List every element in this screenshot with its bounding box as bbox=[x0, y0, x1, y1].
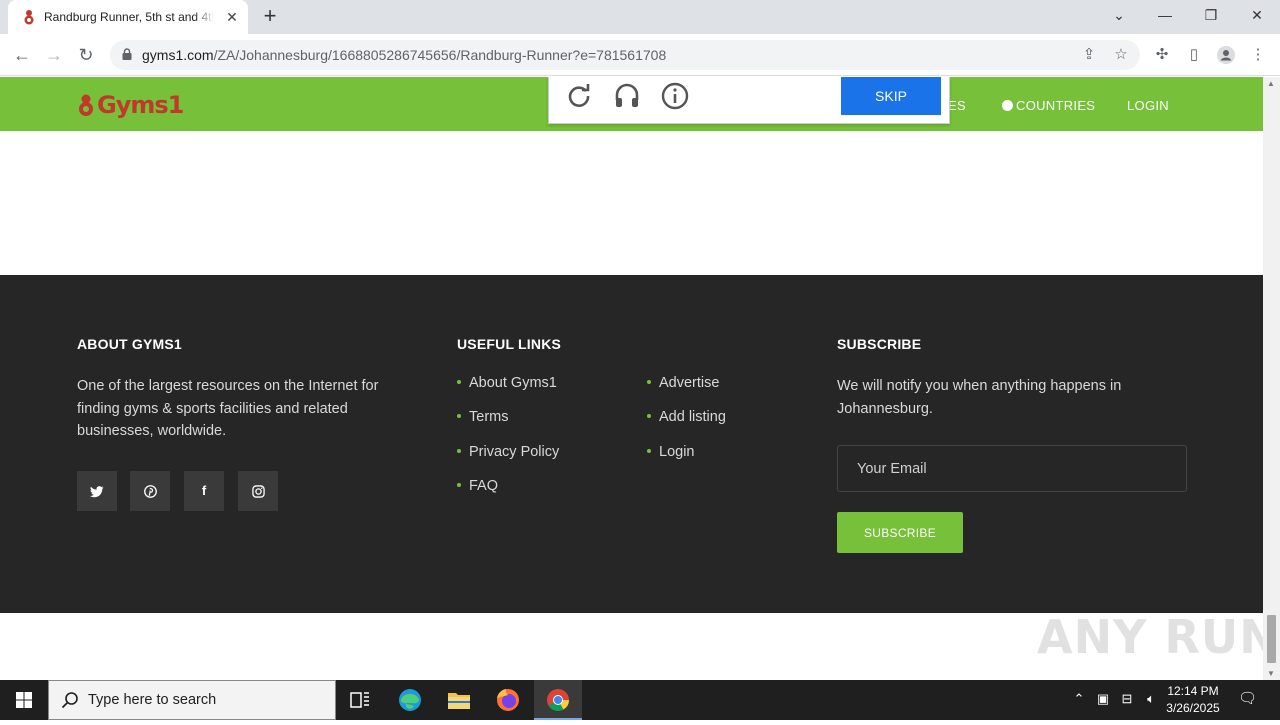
link-label: FAQ bbox=[469, 478, 499, 494]
share-icon[interactable]: ⇪ bbox=[1080, 46, 1098, 64]
link-about-gyms1[interactable]: About Gyms1 bbox=[457, 375, 557, 391]
instagram-icon[interactable] bbox=[238, 471, 278, 511]
browser-tab-strip: Randburg Runner, 5th st and 4th ✕ + ⌄ — … bbox=[0, 0, 1280, 34]
link-label: Login bbox=[659, 444, 695, 460]
taskbar-clock[interactable]: 12:14 PM 3/26/2025 bbox=[1158, 683, 1228, 717]
link-label: Privacy Policy bbox=[469, 444, 560, 460]
address-bar[interactable]: gyms1.com/ZA/Johannesburg/16688052867456… bbox=[110, 40, 1140, 70]
about-title: ABOUT GYMS1 bbox=[77, 336, 182, 352]
logo-mark-icon bbox=[79, 94, 93, 116]
link-terms[interactable]: Terms bbox=[457, 409, 508, 425]
close-window-button[interactable]: ✕ bbox=[1242, 3, 1272, 27]
page-scrollbar[interactable]: ▲ ▼ bbox=[1263, 77, 1280, 680]
tab-close-icon[interactable]: ✕ bbox=[224, 9, 240, 25]
minimize-button[interactable]: — bbox=[1150, 3, 1180, 27]
link-label: Add listing bbox=[659, 409, 726, 425]
new-tab-button[interactable]: + bbox=[258, 5, 282, 29]
about-text: One of the largest resources on the Inte… bbox=[77, 378, 379, 439]
edge-browser-icon[interactable] bbox=[386, 680, 434, 720]
back-arrow-icon[interactable]: ← bbox=[10, 43, 34, 67]
lock-icon bbox=[122, 48, 132, 60]
browser-toolbar: ← → ↻ gyms1.com/ZA/Johannesburg/16688052… bbox=[0, 34, 1280, 76]
taskbar-search-box[interactable]: Type here to search bbox=[48, 680, 336, 720]
nav-link-countries[interactable]: COUNTRIES bbox=[1002, 98, 1095, 113]
forward-arrow-icon[interactable]: → bbox=[42, 43, 66, 67]
windows-logo-icon bbox=[16, 692, 32, 708]
clock-time: 12:14 PM bbox=[1167, 684, 1219, 698]
extensions-puzzle-icon[interactable]: ✣ bbox=[1152, 45, 1172, 65]
restore-button[interactable]: ❐ bbox=[1196, 3, 1226, 27]
file-explorer-icon[interactable] bbox=[435, 680, 483, 720]
bullet bbox=[457, 449, 461, 453]
search-icon bbox=[61, 692, 78, 709]
site-footer: ABOUT GYMS1 One of the largest resources… bbox=[0, 275, 1263, 613]
bullet bbox=[647, 414, 651, 418]
browser-tab[interactable]: Randburg Runner, 5th st and 4th ✕ bbox=[8, 0, 248, 34]
link-add-listing[interactable]: Add listing bbox=[647, 409, 726, 425]
link-faq[interactable]: FAQ bbox=[457, 478, 498, 494]
facebook-icon[interactable]: f bbox=[184, 471, 224, 511]
bullet bbox=[457, 380, 461, 384]
scroll-thumb[interactable] bbox=[1267, 615, 1276, 663]
subscribe-title: SUBSCRIBE bbox=[837, 336, 922, 352]
globe-icon bbox=[1002, 100, 1013, 111]
captcha-skip-button[interactable]: SKIP bbox=[841, 77, 941, 115]
pinterest-icon[interactable] bbox=[130, 471, 170, 511]
tray-device-icon[interactable]: ▣ bbox=[1094, 691, 1112, 707]
tab-search-chevron-icon[interactable]: ⌄ bbox=[1104, 3, 1134, 27]
windows-taskbar: Type here to search ⌃ ▣ ⊟ 🔈︎ 12:14 PM 3/… bbox=[0, 680, 1280, 720]
url-text: gyms1.com/ZA/Johannesburg/16688052867456… bbox=[142, 47, 666, 63]
tab-title: Randburg Runner, 5th st and 4th bbox=[44, 10, 214, 24]
captcha-info-icon[interactable] bbox=[661, 82, 689, 110]
network-icon[interactable]: ⊟ bbox=[1118, 691, 1136, 707]
subscribe-text: We will notify you when anything happens… bbox=[837, 378, 1122, 417]
bullet bbox=[457, 483, 461, 487]
subscribe-button[interactable]: SUBSCRIBE bbox=[837, 512, 963, 553]
clock-date: 3/26/2025 bbox=[1166, 701, 1220, 715]
link-label: Advertise bbox=[659, 375, 720, 391]
email-field[interactable] bbox=[837, 445, 1187, 492]
nav-link-login[interactable]: LOGIN bbox=[1127, 98, 1169, 113]
link-label: About Gyms1 bbox=[469, 375, 557, 391]
task-view-icon[interactable] bbox=[336, 680, 384, 720]
page-viewport: Gyms1 ES COUNTRIES LOGIN SKIP ABOUT GYMS… bbox=[0, 77, 1280, 680]
link-login[interactable]: Login bbox=[647, 444, 694, 460]
captcha-challenge-bar: SKIP bbox=[548, 77, 950, 124]
bullet bbox=[647, 380, 651, 384]
side-panel-icon[interactable]: ▯ bbox=[1184, 45, 1204, 65]
tray-chevron-up-icon[interactable]: ⌃ bbox=[1070, 691, 1088, 707]
captcha-audio-headphones-icon[interactable] bbox=[613, 82, 641, 110]
scroll-down-arrow-icon[interactable]: ▼ bbox=[1267, 669, 1275, 678]
reload-icon[interactable]: ↻ bbox=[74, 43, 98, 67]
scroll-up-arrow-icon[interactable]: ▲ bbox=[1267, 79, 1275, 88]
link-advertise[interactable]: Advertise bbox=[647, 375, 719, 391]
bookmark-star-icon[interactable]: ☆ bbox=[1112, 46, 1130, 64]
link-privacy-policy[interactable]: Privacy Policy bbox=[457, 444, 559, 460]
gyms1-favicon-icon bbox=[24, 10, 34, 25]
nav-link-partial[interactable]: ES bbox=[948, 98, 966, 113]
captcha-reload-icon[interactable] bbox=[565, 82, 593, 110]
bullet bbox=[457, 414, 461, 418]
anyrun-watermark: ANY RUN bbox=[1037, 610, 1279, 664]
notifications-icon[interactable]: 🗨︎ bbox=[1238, 689, 1257, 707]
site-logo[interactable]: Gyms1 bbox=[77, 91, 184, 119]
logo-text: Gyms1 bbox=[97, 91, 184, 119]
chrome-icon[interactable] bbox=[534, 680, 582, 720]
useful-links-title: USEFUL LINKS bbox=[457, 336, 562, 352]
taskbar-search-placeholder: Type here to search bbox=[88, 692, 217, 708]
twitter-icon[interactable] bbox=[77, 471, 117, 511]
url-path: /ZA/Johannesburg/1668805286745656/Randbu… bbox=[213, 47, 667, 63]
bullet bbox=[647, 449, 651, 453]
windows-start-button[interactable] bbox=[0, 680, 48, 720]
link-label: Terms bbox=[469, 409, 509, 425]
url-host: gyms1.com bbox=[142, 47, 214, 63]
nav-countries-label: COUNTRIES bbox=[1016, 98, 1096, 113]
profile-avatar-icon[interactable] bbox=[1216, 45, 1236, 65]
firefox-icon[interactable] bbox=[484, 680, 532, 720]
chrome-menu-icon[interactable]: ⋮ bbox=[1248, 45, 1268, 65]
